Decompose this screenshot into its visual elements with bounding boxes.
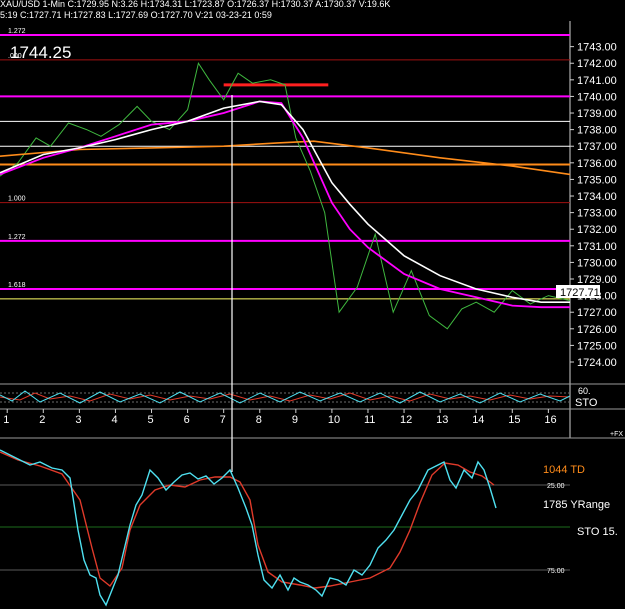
x-tick-label: 2 — [39, 414, 45, 426]
y-tick-label: 1737.00 — [577, 141, 617, 153]
x-tick-label: 11 — [364, 414, 375, 426]
y-tick-label: 1736.00 — [577, 158, 617, 170]
y-tick-label: 1726.00 — [577, 324, 617, 336]
y-tick-label: 1729.00 — [577, 274, 617, 286]
y-tick-label: 1740.00 — [577, 91, 617, 103]
x-tick-label: 5 — [148, 414, 154, 426]
x-tick-label: 6 — [184, 414, 190, 426]
sto-label: STO 15. — [577, 526, 618, 538]
x-tick-label: 14 — [472, 414, 484, 426]
y-tick-label: 1733.00 — [577, 208, 617, 220]
small-panel-label: STO — [575, 397, 598, 409]
y-tick-label: 1731.00 — [577, 241, 617, 253]
small-oscillator-panel — [0, 390, 571, 404]
y-tick-label: 1724.00 — [577, 357, 617, 369]
y-tick-label: 1725.00 — [577, 340, 617, 352]
y-tick-label: 1742.00 — [577, 58, 617, 70]
yrange-label: 1785 YRange — [543, 499, 610, 511]
y-tick-label: 1727.00 — [577, 307, 617, 319]
y-tick-label: 1738.00 — [577, 125, 617, 137]
y-tick-label: 1739.00 — [577, 108, 617, 120]
level-label-6: 1.000 — [8, 196, 26, 203]
level-label-7: 1.272 — [8, 234, 26, 241]
sto-grid-label-25: 25.00 — [547, 483, 565, 490]
sto-red-line — [0, 451, 495, 589]
y-tick-label: 1732.00 — [577, 224, 617, 236]
level-label-8: 1.618 — [8, 282, 26, 289]
x-tick-label: 15 — [508, 414, 520, 426]
x-tick-label: 1 — [3, 414, 9, 426]
y-tick-label: 1734.00 — [577, 191, 617, 203]
y-tick-label: 1741.00 — [577, 75, 617, 87]
y-tick-label: 1735.00 — [577, 174, 617, 186]
x-tick-label: 3 — [75, 414, 81, 426]
x-tick-label: 12 — [400, 414, 412, 426]
x-tick-label: 9 — [292, 414, 298, 426]
sto-grid-label-75: 75.00 — [547, 568, 565, 575]
fx-label: +FX — [610, 431, 623, 438]
big-price-label: 1744.25 — [10, 43, 71, 62]
small-panel-value: 60. — [578, 386, 591, 396]
x-tick-label: 16 — [544, 414, 556, 426]
x-tick-label: 7 — [220, 414, 226, 426]
x-tick-label: 10 — [328, 414, 340, 426]
x-tick-label: 4 — [111, 414, 117, 426]
x-tick-label: 13 — [436, 414, 448, 426]
level-label-0: 1.272 — [8, 28, 26, 35]
y-tick-label: 1730.00 — [577, 257, 617, 269]
stochastic-panel: 25.00 75.00 — [0, 449, 570, 607]
chart-window: XAU/USD 1-Min C:1729.95 N:3.26 H:1734.31… — [0, 0, 625, 609]
td-label: 1044 TD — [543, 464, 585, 476]
current-price-text: 1727.71 — [560, 287, 600, 299]
x-tick-label: 8 — [256, 414, 262, 426]
price-chart[interactable]: 1.272.0001.0001.2721.618 1743.001742.001… — [0, 0, 625, 609]
y-tick-label: 1743.00 — [577, 42, 617, 54]
